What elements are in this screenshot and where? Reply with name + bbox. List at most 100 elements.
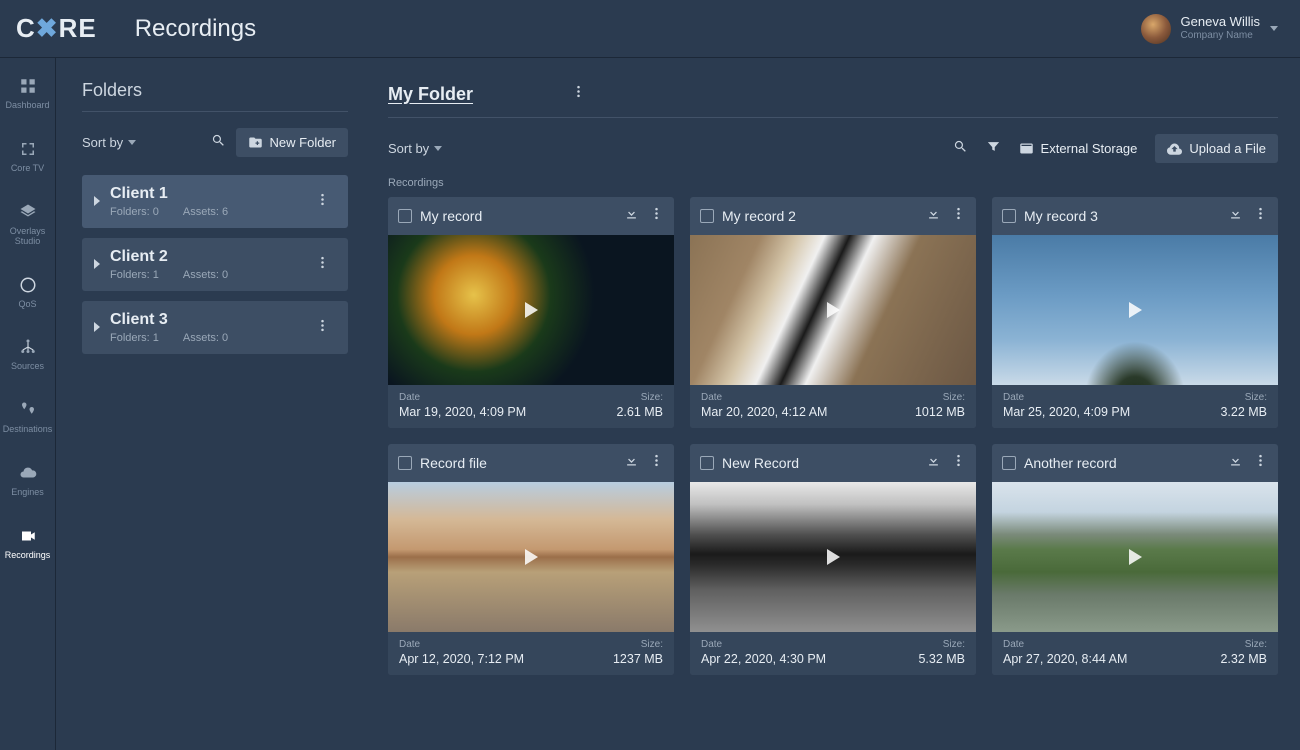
- video-icon: [18, 526, 38, 546]
- record-date: Mar 25, 2020, 4:09 PM: [1003, 405, 1130, 419]
- download-icon: [926, 206, 941, 221]
- download-icon: [624, 206, 639, 221]
- record-thumbnail[interactable]: [690, 482, 976, 632]
- record-download-button[interactable]: [624, 206, 639, 226]
- folder-card[interactable]: Client 3 Folders: 1 Assets: 0: [82, 301, 348, 354]
- record-more-button[interactable]: [951, 206, 966, 226]
- folder-card[interactable]: Client 1 Folders: 0 Assets: 6: [82, 175, 348, 228]
- dots-vertical-icon: [951, 453, 966, 468]
- nav-item-overlays-studio[interactable]: Overlays Studio: [0, 198, 55, 251]
- sort-label: Sort by: [82, 135, 123, 150]
- record-download-button[interactable]: [926, 206, 941, 226]
- size-label: Size:: [915, 392, 965, 403]
- record-more-button[interactable]: [1253, 453, 1268, 473]
- date-label: Date: [1003, 392, 1130, 403]
- record-download-button[interactable]: [1228, 206, 1243, 226]
- folder-title-more-button[interactable]: [563, 80, 594, 108]
- dots-vertical-icon: [649, 206, 664, 221]
- record-thumbnail[interactable]: [388, 482, 674, 632]
- record-thumbnail[interactable]: [690, 235, 976, 385]
- record-date: Mar 19, 2020, 4:09 PM: [399, 405, 526, 419]
- user-menu[interactable]: Geneva Willis Company Name: [1141, 14, 1278, 44]
- folders-search-button[interactable]: [211, 133, 226, 153]
- main-panel: My Folder Sort by: [366, 58, 1300, 750]
- nav-item-sources[interactable]: Sources: [0, 333, 55, 376]
- dots-vertical-icon: [315, 318, 330, 333]
- folders-heading: Folders: [82, 80, 348, 112]
- chevron-right-icon: [94, 256, 102, 274]
- logo-text-a: C: [16, 13, 36, 43]
- external-storage-button[interactable]: External Storage: [1019, 141, 1138, 156]
- logo[interactable]: C✖RE: [16, 13, 97, 44]
- record-size: 1012 MB: [915, 405, 965, 419]
- nav-item-dashboard[interactable]: Dashboard: [0, 72, 55, 115]
- date-label: Date: [1003, 639, 1127, 650]
- record-download-button[interactable]: [624, 453, 639, 473]
- new-folder-button[interactable]: New Folder: [236, 128, 348, 157]
- folder-assets-count: Assets: 0: [183, 269, 228, 281]
- play-icon: [525, 302, 538, 318]
- record-title: New Record: [722, 455, 918, 471]
- logo-x-icon: ✖: [36, 13, 59, 43]
- folder-more-button[interactable]: [307, 314, 338, 342]
- record-size: 1237 MB: [613, 652, 663, 666]
- nav-item-engines[interactable]: Engines: [0, 459, 55, 502]
- external-storage-label: External Storage: [1041, 141, 1138, 156]
- record-card: My record 3 Date Mar 25, 2020, 4:09 PM S…: [992, 197, 1278, 428]
- record-size: 2.61 MB: [616, 405, 663, 419]
- section-label: Recordings: [388, 177, 1278, 189]
- expand-icon: [18, 139, 38, 159]
- record-checkbox[interactable]: [1002, 456, 1016, 470]
- chevron-right-icon: [94, 193, 102, 211]
- record-date: Mar 20, 2020, 4:12 AM: [701, 405, 827, 419]
- dots-vertical-icon: [571, 84, 586, 99]
- record-more-button[interactable]: [1253, 206, 1268, 226]
- record-date: Apr 12, 2020, 7:12 PM: [399, 652, 524, 666]
- record-checkbox[interactable]: [700, 456, 714, 470]
- folder-card[interactable]: Client 2 Folders: 1 Assets: 0: [82, 238, 348, 291]
- record-more-button[interactable]: [951, 453, 966, 473]
- records-search-button[interactable]: [953, 139, 968, 159]
- play-icon: [827, 549, 840, 565]
- record-more-button[interactable]: [649, 206, 664, 226]
- avatar: [1141, 14, 1171, 44]
- record-size: 2.32 MB: [1220, 652, 1267, 666]
- record-date: Apr 27, 2020, 8:44 AM: [1003, 652, 1127, 666]
- logo-text-b: RE: [59, 13, 97, 43]
- record-download-button[interactable]: [926, 453, 941, 473]
- gauge-icon: [18, 275, 38, 295]
- nav-item-core-tv[interactable]: Core TV: [0, 135, 55, 178]
- record-more-button[interactable]: [649, 453, 664, 473]
- record-checkbox[interactable]: [700, 209, 714, 223]
- records-sort-by[interactable]: Sort by: [388, 141, 442, 156]
- record-checkbox[interactable]: [398, 209, 412, 223]
- record-download-button[interactable]: [1228, 453, 1243, 473]
- date-label: Date: [399, 639, 524, 650]
- storage-icon: [1019, 141, 1034, 156]
- folders-sort-by[interactable]: Sort by: [82, 135, 136, 150]
- nav-item-qos[interactable]: QoS: [0, 271, 55, 314]
- record-thumbnail[interactable]: [992, 482, 1278, 632]
- folder-folders-count: Folders: 0: [110, 206, 159, 218]
- record-checkbox[interactable]: [1002, 209, 1016, 223]
- chevron-down-icon: [434, 146, 442, 151]
- nav-label: Destinations: [3, 425, 53, 435]
- record-card: Another record Date Apr 27, 2020, 8:44 A…: [992, 444, 1278, 675]
- record-thumbnail[interactable]: [388, 235, 674, 385]
- record-title: Record file: [420, 455, 616, 471]
- record-checkbox[interactable]: [398, 456, 412, 470]
- grid-icon: [18, 76, 38, 96]
- tree-icon: [18, 337, 38, 357]
- folder-more-button[interactable]: [307, 251, 338, 279]
- record-date: Apr 22, 2020, 4:30 PM: [701, 652, 826, 666]
- folder-more-button[interactable]: [307, 188, 338, 216]
- page-title: Recordings: [135, 15, 256, 43]
- nav-label: Core TV: [11, 164, 44, 174]
- record-thumbnail[interactable]: [992, 235, 1278, 385]
- current-folder-title: My Folder: [388, 84, 473, 105]
- dots-vertical-icon: [315, 255, 330, 270]
- upload-file-button[interactable]: Upload a File: [1155, 134, 1278, 163]
- filter-button[interactable]: [986, 139, 1001, 159]
- nav-item-destinations[interactable]: Destinations: [0, 396, 55, 439]
- nav-item-recordings[interactable]: Recordings: [0, 522, 55, 565]
